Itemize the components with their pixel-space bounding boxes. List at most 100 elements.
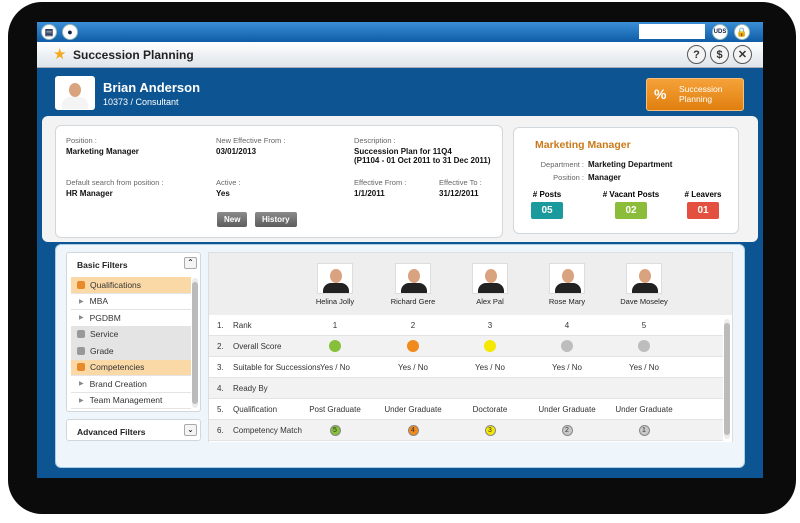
caret-right-icon: ▶ bbox=[79, 298, 84, 305]
description-line2: (P1104 - 01 Oct 2011 to 31 Dec 2011) bbox=[354, 156, 491, 165]
cell-value: Yes / No bbox=[320, 363, 350, 372]
filter-item[interactable]: Grade bbox=[71, 343, 191, 360]
cell-value: 3 bbox=[487, 321, 493, 330]
minus-box-icon[interactable] bbox=[77, 363, 85, 372]
app-screen: ▤ ● UDS 🔒 ★ Succession Planning ? $ ✕ Br… bbox=[37, 22, 763, 478]
filter-item-label: Service bbox=[90, 329, 119, 340]
notes-icon[interactable]: ▤ bbox=[41, 24, 57, 40]
user-icon[interactable]: ● bbox=[62, 24, 78, 40]
candidate-photo bbox=[395, 263, 431, 294]
comparison-table: Helina Jolly Richard Gere Alex Pal Rose Mar… bbox=[208, 252, 733, 442]
module-label-2: Planning bbox=[679, 94, 713, 104]
candidate-photo bbox=[549, 263, 585, 294]
effective-to-value: 31/12/2011 bbox=[439, 189, 479, 198]
succession-planning-button[interactable]: % Succession Planning bbox=[646, 78, 744, 111]
stat-value[interactable]: 02 bbox=[615, 202, 647, 219]
filter-item[interactable]: Service bbox=[71, 326, 191, 343]
filter-item[interactable]: Competencies bbox=[71, 359, 191, 376]
help-button[interactable]: ? bbox=[687, 45, 706, 64]
score-dot bbox=[638, 340, 650, 352]
candidate-column-header[interactable]: Alex Pal bbox=[455, 263, 525, 306]
expand-chevron-icon[interactable]: ⌄ bbox=[184, 424, 197, 436]
candidate-column-header[interactable]: Dave Moseley bbox=[609, 263, 679, 306]
cell-value: Under Graduate bbox=[384, 405, 442, 414]
filter-item[interactable]: ▶ PGDBM bbox=[71, 310, 191, 327]
default-search-label: Default search from position : bbox=[66, 178, 164, 187]
search-input[interactable] bbox=[639, 24, 705, 39]
lock-icon[interactable]: 🔒 bbox=[734, 24, 750, 40]
effective-to-label: Effective To : bbox=[439, 178, 482, 187]
stat-value[interactable]: 01 bbox=[687, 202, 719, 219]
page-title: Succession Planning bbox=[73, 48, 194, 62]
summary-title: Marketing Manager bbox=[535, 139, 631, 151]
filters-scrollbar[interactable] bbox=[192, 278, 198, 408]
table-scrollbar[interactable] bbox=[724, 319, 730, 439]
summary-position-value: Manager bbox=[588, 173, 621, 182]
row-number: 4. bbox=[217, 384, 224, 393]
stat-1: # Vacant Posts 02 bbox=[596, 190, 666, 219]
collapse-chevron-icon[interactable]: ⌃ bbox=[184, 257, 197, 269]
filter-item-label: MBA bbox=[89, 296, 109, 307]
position-value: Marketing Manager bbox=[66, 147, 139, 156]
plan-details-card: Position : Marketing Manager New Effectiv… bbox=[55, 125, 503, 238]
candidate-photo bbox=[472, 263, 508, 294]
department-label: Department : bbox=[540, 160, 584, 169]
basic-filters-heading: Basic Filters bbox=[77, 260, 128, 270]
candidate-photo bbox=[317, 263, 353, 294]
department-value: Marketing Department bbox=[588, 160, 673, 169]
competency-badge: 4 bbox=[407, 425, 419, 436]
row-number: 6. bbox=[217, 426, 224, 435]
stat-2: # Leavers 01 bbox=[674, 190, 732, 219]
new-effective-label: New Effective From : bbox=[216, 136, 286, 145]
filter-item[interactable]: Qualifications bbox=[71, 277, 191, 294]
row-number: 5. bbox=[217, 405, 224, 414]
candidate-name: Helina Jolly bbox=[315, 297, 355, 306]
stat-value[interactable]: 05 bbox=[531, 202, 563, 219]
cell-value: Yes / No bbox=[475, 363, 505, 372]
minus-box-icon[interactable] bbox=[77, 280, 85, 289]
row-number: 2. bbox=[217, 342, 224, 351]
cell-value: Yes / No bbox=[398, 363, 428, 372]
candidate-column-header[interactable]: Richard Gere bbox=[378, 263, 448, 306]
plus-box-icon[interactable] bbox=[77, 330, 85, 339]
close-button[interactable]: ✕ bbox=[733, 45, 752, 64]
caret-right-icon: ▶ bbox=[79, 397, 84, 404]
table-row: 1. Rank 1 2 3 4 5 bbox=[209, 315, 723, 336]
cell-value: Under Graduate bbox=[615, 405, 673, 414]
stat-label: # Vacant Posts bbox=[602, 190, 660, 199]
score-dot bbox=[561, 340, 573, 352]
cell-value: Post Graduate bbox=[309, 405, 361, 414]
history-button[interactable]: History bbox=[255, 212, 297, 227]
candidate-column-header[interactable]: Helina Jolly bbox=[300, 263, 370, 306]
position-summary-card: Marketing Manager Department : Marketing… bbox=[513, 127, 739, 234]
advanced-filters-heading: Advanced Filters bbox=[77, 427, 146, 437]
star-icon[interactable]: ★ bbox=[53, 45, 66, 63]
filter-item[interactable]: ▶ MBA bbox=[71, 294, 191, 310]
user-badge[interactable]: UDS bbox=[712, 24, 728, 40]
filter-item-label: PGDBM bbox=[89, 312, 121, 323]
employee-subtitle: 10373 / Consultant bbox=[103, 97, 179, 107]
active-value: Yes bbox=[216, 189, 230, 198]
module-label-1: Succession bbox=[679, 84, 723, 94]
filter-item[interactable]: ▶ Brand Creation bbox=[71, 376, 191, 393]
description-line1: Succession Plan for 11Q4 bbox=[354, 147, 452, 156]
filter-item-label: Brand Creation bbox=[89, 378, 147, 389]
cell-value: Doctorate bbox=[472, 405, 508, 414]
score-dot bbox=[329, 340, 341, 352]
cell-value: Under Graduate bbox=[538, 405, 596, 414]
plus-box-icon[interactable] bbox=[77, 346, 85, 355]
cell-value: 2 bbox=[410, 321, 416, 330]
employee-avatar bbox=[55, 76, 95, 110]
candidate-column-header[interactable]: Rose Mary bbox=[532, 263, 602, 306]
row-label: Qualification bbox=[233, 405, 278, 414]
filter-item[interactable]: ▶ Team Management bbox=[71, 393, 191, 409]
competency-badge: 3 bbox=[484, 425, 496, 436]
effective-from-value: 1/1/2011 bbox=[354, 189, 385, 198]
new-button[interactable]: New bbox=[217, 212, 248, 227]
candidate-name: Alex Pal bbox=[476, 297, 504, 306]
row-number: 3. bbox=[217, 363, 224, 372]
stat-0: # Posts 05 bbox=[524, 190, 570, 219]
currency-button[interactable]: $ bbox=[710, 45, 729, 64]
advanced-filters-panel[interactable]: Advanced Filters ⌄ bbox=[66, 419, 201, 441]
candidate-photo bbox=[626, 263, 662, 294]
